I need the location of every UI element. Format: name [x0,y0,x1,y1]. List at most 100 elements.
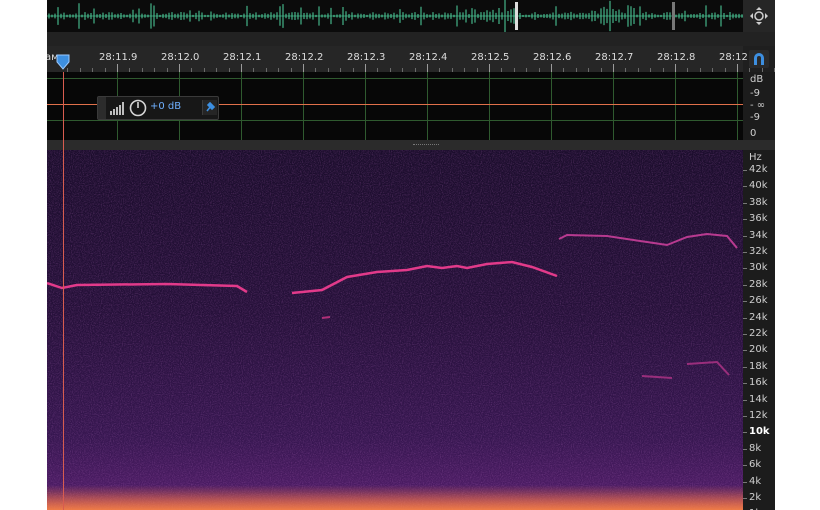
lane-grid-line [47,78,743,79]
hz-tick [743,498,747,499]
hz-label: 28k [749,278,768,290]
major-tick [241,64,242,72]
hz-tick [743,399,747,401]
spectrogram-display [47,150,743,510]
db-unit-label: dB [750,74,764,85]
time-tick-label: 28:12.8 [657,52,696,63]
magnet-icon [754,53,764,65]
major-tick [427,64,428,72]
hz-label: 8k [749,442,762,454]
hz-label: 4k [749,475,762,487]
major-tick [675,64,676,72]
time-tick-label: 28:12.6 [533,52,572,63]
hud-drag-handle[interactable] [98,97,106,119]
volume-hud[interactable]: +0 dB [97,96,219,120]
time-tick-label: 28:12.2 [285,52,324,63]
hz-tick [743,219,747,221]
major-tick [489,64,490,72]
major-tick [117,64,118,72]
major-tick [179,64,180,72]
hz-tick [743,202,747,204]
db-scale: dB -9 - ∞ -9 0 [743,72,775,140]
major-tick [737,64,738,72]
hz-tick [743,317,747,319]
spectrogram-view[interactable] [47,150,743,510]
hz-label: 38k [749,196,768,208]
hz-label: 20k [749,344,768,356]
major-tick [303,64,304,72]
hz-tick [743,170,747,171]
volume-value: +0 dB [150,101,182,112]
snap-toggle-button[interactable] [749,50,769,68]
lane-grid-line [613,72,614,140]
db-label: -9 [750,88,760,99]
hz-unit-label: Hz [749,152,762,163]
hz-tick [743,301,747,303]
lane-grid-line [675,72,676,140]
frequency-scale: Hz 42k 40k 38k 36k 34k 32k 30k 28k 26k 24k 22k 20k 18… [743,150,775,510]
time-ruler[interactable]: ам 28:11.9 28:12.0 28:12.1 28:12.2 28:12… [47,46,775,73]
hz-label: 22k [749,328,768,339]
hz-tick [743,252,747,253]
hz-label: 26k [749,295,768,307]
hz-label: 10k [749,426,770,438]
volume-knob-icon[interactable] [129,99,147,117]
hz-label: 18k [749,360,768,372]
splitter-grip[interactable] [413,144,439,147]
pin-icon [206,101,216,112]
time-tick-label: 28:12 [719,52,748,63]
zoom-navigator-icon[interactable] [750,6,768,26]
hz-tick [743,186,747,188]
hz-tick [743,448,747,450]
hz-tick [743,350,747,352]
db-label: - ∞ [750,100,766,111]
time-tick-label: 28:12.5 [471,52,510,63]
hz-tick [743,235,747,237]
pin-button[interactable] [202,100,217,115]
time-tick-label: 28:12.1 [223,52,262,63]
lane-grid-line [47,120,743,121]
hz-label: 12k [749,410,768,421]
hz-tick [743,432,747,434]
audio-editor: ам 28:11.9 28:12.0 28:12.1 28:12.2 28:12… [47,0,775,510]
hz-tick [743,481,747,483]
hz-tick [743,465,747,467]
call-trace [321,316,331,319]
hz-tick [743,284,747,286]
hz-label: 2k [749,492,762,503]
panel-splitter[interactable] [47,140,775,150]
playhead-handle[interactable] [56,54,70,70]
overview-waveform[interactable] [47,0,743,32]
lane-grid-line [489,72,490,140]
time-tick-label: 28:12.0 [161,52,200,63]
hz-label: 16k [749,377,768,389]
time-tick-label: 28:11.9 [99,52,138,63]
playhead-line[interactable] [63,72,64,510]
hz-label: 40k [749,180,768,192]
volume-bars-icon [110,102,124,115]
hz-label: 6k [749,459,762,471]
major-tick [551,64,552,72]
db-label: 0 [750,128,757,139]
hz-label: 30k [749,262,768,274]
lane-grid-line [303,72,304,140]
time-tick-label: 28:12.7 [595,52,634,63]
lane-grid-line [737,72,738,140]
hz-tick [743,383,747,385]
major-tick [365,64,366,72]
overview-divider [47,32,775,46]
time-tick-label: 28:12.3 [347,52,386,63]
view-range-marker [515,2,518,30]
hz-tick [743,416,747,417]
hz-tick [743,268,747,270]
hz-label: 24k [749,311,768,323]
major-tick [613,64,614,72]
hz-label: 36k [749,213,768,225]
view-range-marker [672,2,675,30]
lane-grid-line [427,72,428,140]
db-label: -9 [750,112,760,123]
hz-label: 34k [749,229,768,241]
zoom-navigator-panel [743,0,775,32]
lane-grid-line [241,72,242,140]
hz-label: 32k [749,246,768,257]
